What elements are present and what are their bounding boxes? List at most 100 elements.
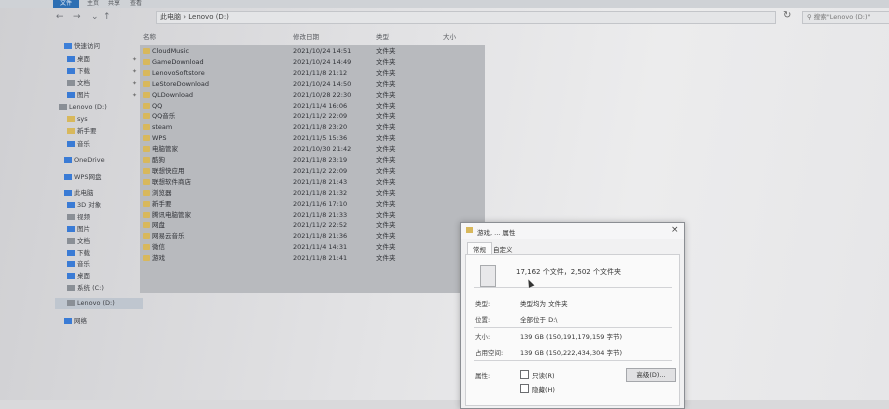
file-type: 文件夹	[376, 243, 396, 252]
file-row[interactable]: steam 2021/11/8 23:20 文件夹	[140, 122, 485, 133]
folder-icon	[466, 227, 473, 233]
file-row[interactable]: 微信 2021/11/4 14:31 文件夹	[140, 242, 485, 253]
star-icon	[64, 43, 72, 49]
sidebar-item[interactable]: 网络	[55, 316, 140, 327]
refresh-icon[interactable]: ↻	[783, 10, 791, 21]
file-row[interactable]: 网盘 2021/11/2 22:52 文件夹	[140, 220, 485, 231]
sidebar-item[interactable]: 快速访问	[55, 41, 140, 52]
file-count: 17,162 个文件，2,502 个文件夹	[516, 268, 621, 276]
hidden-checkbox[interactable]	[520, 384, 529, 393]
column-header-size[interactable]: 大小	[443, 31, 456, 41]
size-value: 139 GB (150,191,179,159 字节)	[520, 333, 622, 341]
file-name: LeStoreDownload	[152, 79, 209, 88]
folder-icon	[143, 255, 150, 262]
tab-customize[interactable]: 自定义	[493, 244, 513, 254]
sidebar-item[interactable]: WPS网盘	[55, 172, 140, 183]
screen-photo: 文件 主页 共享 查看 ← → ⌄ ↑ 此电脑 › Lenovo (D:) ↻ …	[0, 0, 889, 409]
file-row[interactable]: 酷狗 2021/11/8 23:19 文件夹	[140, 155, 485, 166]
location-value: 全部位于 D:\	[520, 316, 558, 324]
file-row[interactable]: 新手要 2021/11/6 17:10 文件夹	[140, 199, 485, 210]
properties-dialog: 游戏, ... 属性 × 常规 自定义 17,162 个文件，2,502 个文件…	[460, 222, 685, 409]
back-arrow-icon[interactable]: ←	[56, 11, 64, 23]
ribbon-tab-share[interactable]: 共享	[108, 0, 120, 8]
sidebar-item-label: 3D 对象	[77, 201, 102, 209]
file-row[interactable]: 联想软件商店 2021/11/8 21:43 文件夹	[140, 177, 485, 188]
column-header-type[interactable]: 类型	[376, 31, 389, 41]
ribbon-tab-home[interactable]: 主页	[87, 0, 99, 8]
file-row[interactable]: 电脑管家 2021/10/30 21:42 文件夹	[140, 144, 485, 155]
file-row[interactable]: GameDownload 2021/10/24 14:49 文件夹	[140, 57, 485, 68]
sidebar-item[interactable]: 图片 ✦	[55, 90, 143, 101]
hidden-label: 隐藏(H)	[532, 386, 555, 394]
sidebar-item[interactable]: 系统 (C:)	[55, 283, 143, 294]
file-type: 文件夹	[376, 57, 396, 66]
sidebar-item[interactable]: 图片	[55, 224, 143, 235]
advanced-button[interactable]: 高级(D)...	[626, 368, 676, 382]
sidebar-item-label: 网络	[74, 317, 87, 325]
address-bar: ← → ⌄ ↑ 此电脑 › Lenovo (D:) ↻ ⚲ 搜索"Lenovo (…	[50, 10, 889, 24]
sidebar-item[interactable]: Lenovo (D:)	[55, 102, 135, 113]
file-date: 2021/11/8 23:20	[293, 123, 348, 132]
file-row[interactable]: WPS 2021/11/5 15:36 文件夹	[140, 133, 485, 144]
file-row[interactable]: LeStoreDownload 2021/10/24 14:50 文件夹	[140, 79, 485, 90]
folder-icon	[143, 124, 150, 131]
sidebar-item[interactable]: 下载 ✦	[55, 66, 143, 77]
file-row[interactable]: QQ音乐 2021/11/2 22:09 文件夹	[140, 111, 485, 122]
file-row[interactable]: QLDownload 2021/10/28 22:30 文件夹	[140, 90, 485, 101]
file-row[interactable]: 腾讯电脑管家 2021/11/8 21:33 文件夹	[140, 210, 485, 221]
file-name: LenovoSoftstore	[152, 68, 205, 77]
forward-arrow-icon[interactable]: →	[73, 11, 81, 23]
file-date: 2021/11/5 15:36	[293, 134, 348, 143]
up-arrow-icon[interactable]: ↑	[103, 11, 111, 23]
folder-icon	[143, 80, 150, 87]
file-row[interactable]: CloudMusic 2021/10/24 14:51 文件夹	[140, 46, 485, 57]
search-input[interactable]: ⚲ 搜索"Lenovo (D:)"	[802, 11, 889, 24]
sidebar-item[interactable]: 视频	[55, 212, 143, 223]
close-icon[interactable]: ×	[671, 225, 679, 235]
sidebar-item[interactable]: 音乐	[55, 259, 143, 270]
search-placeholder: 搜索"Lenovo (D:)"	[813, 13, 871, 21]
file-name: 电脑管家	[152, 145, 178, 154]
size-on-disk-value: 139 GB (150,222,434,304 字节)	[520, 349, 622, 357]
divider	[474, 360, 672, 361]
sidebar-item[interactable]: 下载	[55, 248, 143, 259]
file-row[interactable]: LenovoSoftstore 2021/11/8 21:12 文件夹	[140, 68, 485, 79]
file-type: 文件夹	[376, 101, 396, 110]
sidebar-item[interactable]: 音乐	[55, 139, 143, 150]
file-row[interactable]: 游戏 2021/11/8 21:41 文件夹	[140, 253, 485, 264]
column-header-name[interactable]: 名称	[143, 31, 156, 41]
column-header-date[interactable]: 修改日期	[293, 31, 319, 41]
ribbon-tab-view[interactable]: 查看	[130, 0, 142, 8]
file-row[interactable]: 联想快应用 2021/11/2 22:09 文件夹	[140, 166, 485, 177]
video-icon	[67, 214, 75, 220]
folder-icon	[143, 211, 150, 218]
file-date: 2021/11/2 22:09	[293, 166, 348, 175]
sidebar-item[interactable]: OneDrive	[55, 155, 140, 166]
sidebar-item-label: Lenovo (D:)	[69, 103, 107, 111]
music-icon	[67, 261, 75, 267]
sidebar-item[interactable]: 3D 对象	[55, 200, 143, 211]
recent-locations-chevron-icon[interactable]: ⌄	[91, 11, 99, 23]
file-date: 2021/11/6 17:10	[293, 199, 348, 208]
file-row[interactable]: 网易云音乐 2021/11/8 21:36 文件夹	[140, 231, 485, 242]
sidebar-item[interactable]: Lenovo (D:)	[55, 298, 143, 309]
path-input[interactable]: 此电脑 › Lenovo (D:)	[156, 11, 776, 24]
file-name: 新手要	[152, 199, 172, 208]
file-row[interactable]: QQ 2021/11/4 16:06 文件夹	[140, 101, 485, 112]
file-row[interactable]: 浏览器 2021/11/8 21:32 文件夹	[140, 188, 485, 199]
file-name: 联想软件商店	[152, 177, 191, 186]
download-icon	[67, 250, 75, 256]
readonly-checkbox[interactable]	[520, 370, 529, 379]
sidebar-item[interactable]: 新手要	[55, 126, 143, 137]
file-type: 文件夹	[376, 123, 396, 132]
sidebar-item[interactable]: 文档 ✦	[55, 78, 143, 89]
ribbon-tab-file[interactable]: 文件	[53, 0, 79, 8]
sidebar-item-label: 图片	[77, 225, 90, 233]
sidebar-item[interactable]: 桌面 ✦	[55, 54, 143, 65]
sidebar-item[interactable]: 文档	[55, 236, 143, 247]
sidebar-item[interactable]: sys	[55, 114, 143, 125]
cloud-icon	[64, 174, 72, 180]
sidebar-item[interactable]: 桌面	[55, 271, 143, 282]
file-date: 2021/11/4 14:31	[293, 243, 348, 252]
sidebar-item[interactable]: 此电脑	[55, 188, 140, 199]
